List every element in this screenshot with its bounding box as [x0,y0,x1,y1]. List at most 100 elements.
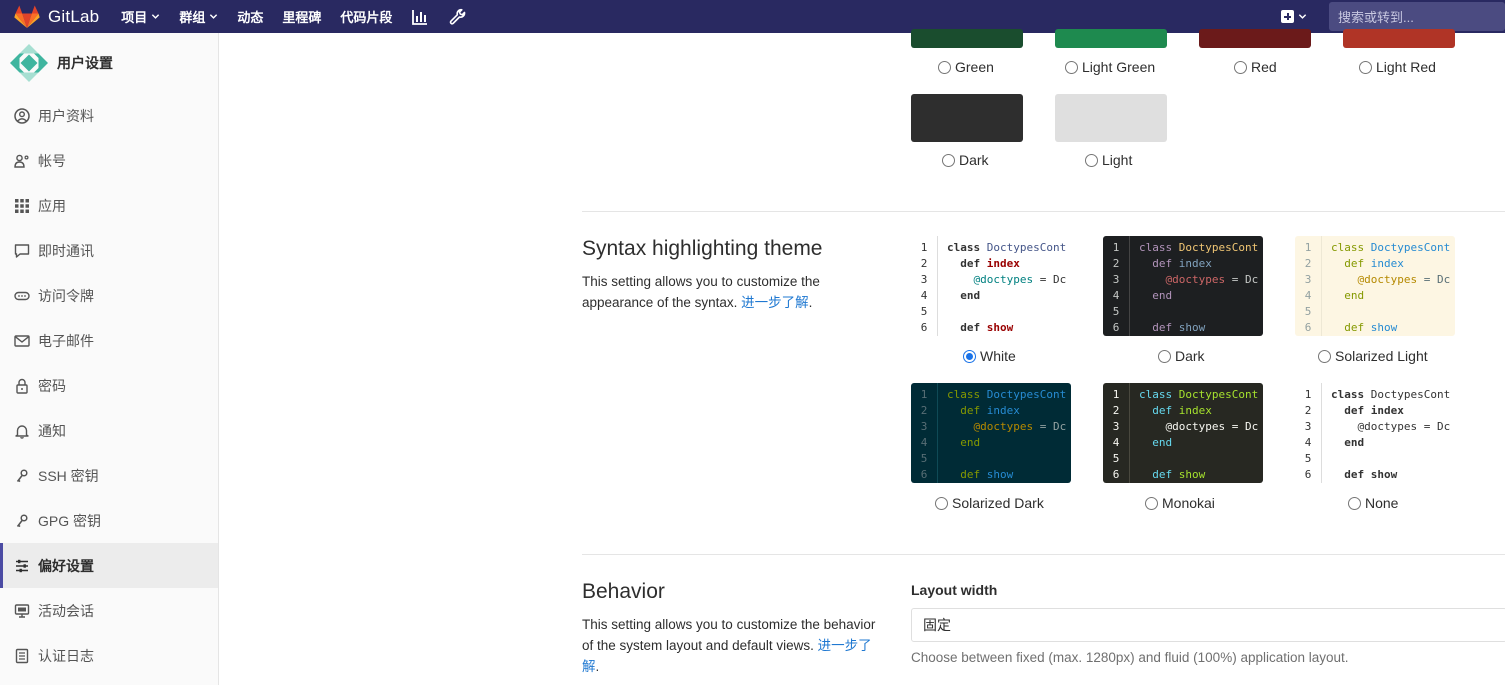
theme-radio-green[interactable]: Green [938,59,994,75]
syntax-radio-none[interactable]: None [1348,495,1398,511]
theme-swatch-light-red[interactable] [1343,29,1455,48]
theme-radio-light[interactable]: Light [1085,152,1132,168]
theme-label: Light Green [1082,59,1156,75]
chart-icon[interactable] [411,8,429,26]
grid-icon [15,198,29,213]
theme-swatch-dark[interactable] [911,94,1023,142]
sidebar-item-password[interactable]: 密码 [0,363,218,408]
line-numbers: 123456 [920,241,928,334]
gitlab-logo[interactable]: GitLab [14,5,99,29]
sidebar-header[interactable]: 用户设置 [0,33,218,93]
code-source: class DoctypesCont def index @doctypes =… [1331,241,1451,334]
syntax-radio-solarized-light[interactable]: Solarized Light [1318,348,1428,364]
radio-button[interactable] [1085,153,1098,167]
syntax-preview-none[interactable]: 1 2 3 4 5 6 class DoctypesCont def index @doct… [1295,383,1455,483]
theme-swatch-light-green[interactable] [1055,29,1167,48]
radio-button[interactable] [1318,349,1331,363]
brand-name: GitLab [48,6,100,26]
sidebar-item-active-sessions[interactable]: 活动会话 [0,588,218,633]
sidebar-item-label: 帐号 [38,152,66,169]
code-source: class DoctypesCont def index @doctypes =… [947,388,1067,481]
line-numbers: 123456 [1112,241,1120,334]
radio-button[interactable] [1158,349,1171,363]
sidebar-item-label: 即时通讯 [38,242,94,259]
line-numbers: 123456 [1112,388,1120,481]
syntax-section-description: This setting allows you to customize the… [582,271,852,313]
theme-label: Light Red [1376,59,1436,75]
nav-milestones-label: 里程碑 [282,10,322,25]
syntax-preview-solarized-dark[interactable]: 1 2 3 4 5 6 class DoctypesCont def index @doct… [911,383,1071,483]
nav-groups[interactable]: 群组 [179,7,218,26]
sidebar-item-notifications[interactable]: 通知 [0,408,218,453]
code-source: class DoctypesCont def index @doctypes =… [1139,388,1259,481]
theme-radio-red[interactable]: Red [1234,59,1277,75]
syntax-option-label: None [1365,495,1399,511]
gutter-divider [937,236,938,336]
sidebar-title: 用户设置 [57,55,113,71]
sidebar-item-ssh-keys[interactable]: SSH 密钥 [0,453,218,498]
sidebar-item-emails[interactable]: 电子邮件 [0,318,218,363]
syntax-preview-solarized-light[interactable]: 1 2 3 4 5 6 class DoctypesCont def index @doct… [1295,236,1455,336]
theme-radio-light-green[interactable]: Light Green [1065,59,1155,75]
theme-radio-light-red[interactable]: Light Red [1359,59,1436,75]
nav-projects[interactable]: 项目 [121,7,160,26]
syntax-radio-monokai[interactable]: Monokai [1145,495,1215,511]
radio-button[interactable] [1145,496,1158,510]
comment-icon [14,243,30,258]
radio-button[interactable] [935,496,948,510]
search-input[interactable]: 搜索或转到... [1329,2,1505,31]
sidebar-item-gpg-keys[interactable]: GPG 密钥 [0,498,218,543]
nav-projects-label: 项目 [121,10,148,25]
avatar [10,44,48,82]
key-icon [16,468,28,482]
sidebar-item-label: 认证日志 [38,647,94,664]
layout-width-help: Choose between fixed (max. 1280px) and f… [911,650,1349,665]
syntax-radio-dark[interactable]: Dark [1158,348,1205,364]
sidebar-item-label: 通知 [38,422,66,439]
syntax-preview-dark[interactable]: 1 2 3 4 5 6 class DoctypesCont def index @doct… [1103,236,1263,336]
nav-activity[interactable]: 动态 [237,7,263,26]
sidebar-item-label: 访问令牌 [38,287,94,304]
sidebar-item-account[interactable]: 帐号 [0,138,218,183]
layout-width-select[interactable]: 固定 [911,608,1505,642]
sidebar-item-auth-log[interactable]: 认证日志 [0,633,218,678]
sidebar-item-preferences[interactable]: 偏好设置 [0,543,218,588]
behavior-section-title: Behavior [582,580,665,603]
syntax-learn-more-link[interactable]: 进一步了解 [741,295,809,310]
line-numbers: 123456 [1304,388,1312,481]
syntax-preview-white[interactable]: 1 2 3 4 5 6 class DoctypesCont def index @doct… [911,236,1071,336]
code-source: class DoctypesCont def index @doctypes =… [1331,388,1451,481]
theme-swatch-green[interactable] [911,29,1023,48]
theme-swatch-red[interactable] [1199,29,1311,48]
gitlab-tanuki-icon [14,5,40,28]
radio-button[interactable] [1234,60,1247,74]
theme-radio-dark[interactable]: Dark [942,152,989,168]
sidebar-item-applications[interactable]: 应用 [0,183,218,228]
sidebar-item-label: 应用 [38,197,66,214]
gutter-divider [1129,236,1130,336]
sidebar-item-chat[interactable]: 即时通讯 [0,228,218,273]
section-divider [582,554,1505,555]
lock-icon [16,378,28,394]
gutter-divider [1129,383,1130,483]
new-dropdown-button[interactable] [1281,10,1307,23]
sidebar-item-profile[interactable]: 用户资料 [0,93,218,138]
radio-button[interactable] [1359,60,1372,74]
nav-milestones[interactable]: 里程碑 [282,7,321,26]
wrench-icon[interactable] [449,8,467,26]
radio-button[interactable] [938,60,951,74]
syntax-preview-monokai[interactable]: 1 2 3 4 5 6 class DoctypesCont def index @doct… [1103,383,1263,483]
radio-button[interactable] [942,153,955,167]
nav-snippets[interactable]: 代码片段 [340,7,392,26]
syntax-radio-solarized-dark[interactable]: Solarized Dark [935,495,1044,511]
radio-button[interactable] [963,349,976,363]
radio-button[interactable] [1065,60,1078,74]
user-circle-icon [14,107,30,124]
theme-swatch-light[interactable] [1055,94,1167,142]
syntax-radio-white[interactable]: White [963,348,1016,364]
sidebar-item-access-tokens[interactable]: 访问令牌 [0,273,218,318]
radio-button[interactable] [1348,496,1361,510]
main-content: Green Light Green Red Light Red Dark Lig… [220,29,1505,685]
nav-snippets-label: 代码片段 [340,10,393,25]
envelope-icon [14,334,30,347]
